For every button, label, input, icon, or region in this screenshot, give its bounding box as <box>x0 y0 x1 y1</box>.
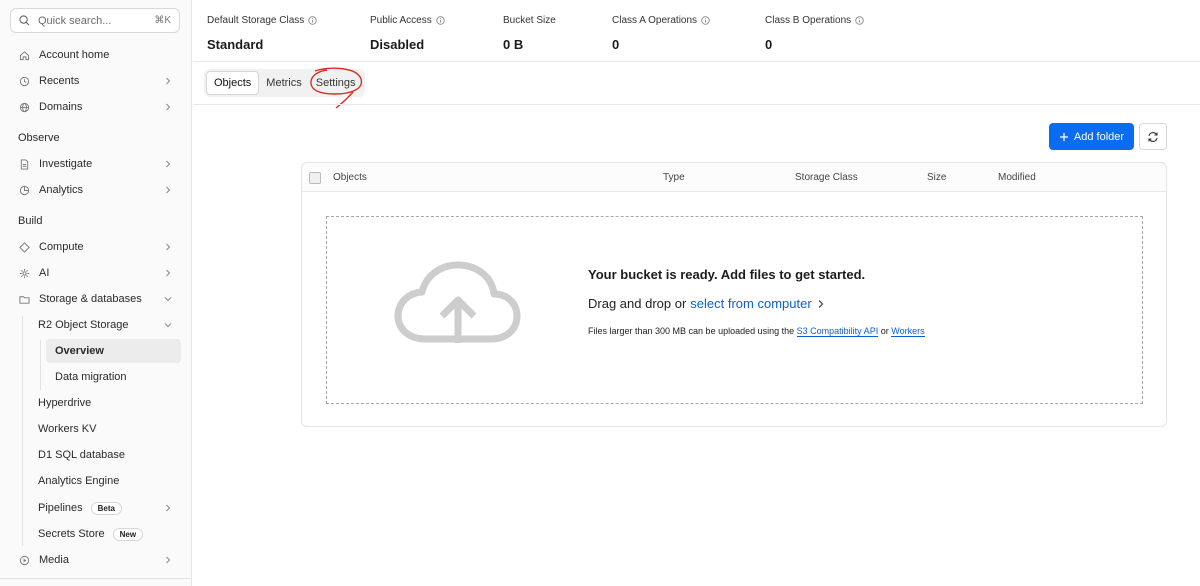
sidebar-item-overview[interactable]: Overview <box>46 339 181 363</box>
upload-dropzone[interactable]: Your bucket is ready. Add files to get s… <box>326 216 1143 404</box>
refresh-button[interactable] <box>1139 123 1167 150</box>
tree-guide-line <box>40 340 41 390</box>
beta-badge: Beta <box>90 501 122 515</box>
stat-class-b-operations: Class B Operations 0 <box>765 15 864 52</box>
select-all-checkbox[interactable] <box>309 172 321 184</box>
clock-icon <box>18 75 30 87</box>
workers-link[interactable]: Workers <box>891 326 925 337</box>
table-header: Objects Type Storage Class Size Modified <box>302 163 1166 192</box>
search-icon <box>19 15 30 26</box>
folder-icon <box>18 293 30 305</box>
header-divider <box>193 61 1200 62</box>
play-icon <box>18 554 30 566</box>
chevron-right-icon <box>818 299 823 308</box>
dropzone-title: Your bucket is ready. Add files to get s… <box>588 267 866 282</box>
stat-bucket-size: Bucket Size 0 B <box>503 15 556 52</box>
sidebar-item-hyperdrive[interactable]: Hyperdrive <box>28 391 180 415</box>
tab-metrics[interactable]: Metrics <box>259 71 308 95</box>
globe-icon <box>18 101 30 113</box>
sidebar-item-analytics[interactable]: Analytics <box>10 178 180 202</box>
chevron-down-icon <box>164 295 172 303</box>
cloud-upload-icon <box>394 261 521 343</box>
chevron-right-icon <box>164 77 172 85</box>
sidebar: ⌘K Account home Recents Domains Observe … <box>0 0 192 586</box>
search-box[interactable]: ⌘K <box>10 8 180 33</box>
refresh-icon <box>1148 131 1158 142</box>
tab-objects[interactable]: Objects <box>206 71 260 95</box>
sidebar-item-compute[interactable]: Compute <box>10 235 180 259</box>
column-size[interactable]: Size <box>927 172 946 183</box>
tabs-divider <box>193 104 1200 105</box>
sidebar-item-analytics-engine[interactable]: Analytics Engine <box>28 469 180 493</box>
diamond-icon <box>18 241 30 253</box>
plus-icon <box>1059 132 1068 141</box>
objects-table: Objects Type Storage Class Size Modified… <box>301 162 1167 427</box>
home-icon <box>18 49 30 61</box>
sidebar-item-d1-sql-database[interactable]: D1 SQL database <box>28 443 180 467</box>
sidebar-item-domains[interactable]: Domains <box>10 95 180 119</box>
info-icon <box>435 16 445 25</box>
sidebar-item-media[interactable]: Media <box>10 548 180 572</box>
sparkle-icon <box>18 267 30 279</box>
column-type[interactable]: Type <box>663 172 685 183</box>
sidebar-item-pipelines[interactable]: Pipelines Beta <box>28 496 180 520</box>
info-icon <box>855 16 864 25</box>
select-from-computer-link[interactable]: select from computer <box>690 296 811 311</box>
new-badge: New <box>112 527 144 541</box>
chevron-right-icon <box>164 269 172 277</box>
dropzone-instructions: Drag and drop or select from computer <box>588 296 825 311</box>
chevron-right-icon <box>164 103 172 111</box>
info-icon <box>701 16 710 25</box>
pie-icon <box>18 184 30 196</box>
search-shortcut: ⌘K <box>154 15 171 26</box>
chevron-right-icon <box>164 243 172 251</box>
sidebar-item-secrets-store[interactable]: Secrets Store New <box>28 522 180 546</box>
search-input[interactable] <box>38 14 138 27</box>
add-folder-button[interactable]: Add folder <box>1049 123 1134 150</box>
sidebar-item-data-migration[interactable]: Data migration <box>46 365 181 389</box>
sidebar-item-investigate[interactable]: Investigate <box>10 152 180 176</box>
dropzone-note: Files larger than 300 MB can be uploaded… <box>588 326 925 337</box>
chevron-right-icon <box>164 556 172 564</box>
column-storage-class[interactable]: Storage Class <box>795 172 858 183</box>
sidebar-item-r2-object-storage[interactable]: R2 Object Storage <box>28 313 180 337</box>
s3-compatibility-api-link[interactable]: S3 Compatibility API <box>796 326 879 337</box>
sidebar-item-account-home[interactable]: Account home <box>10 43 180 67</box>
document-icon <box>18 158 30 170</box>
stat-public-access: Public Access Disabled <box>370 15 445 52</box>
column-modified[interactable]: Modified <box>998 172 1036 183</box>
section-build: Build <box>18 215 43 227</box>
chevron-right-icon <box>164 160 172 168</box>
sidebar-item-ai[interactable]: AI <box>10 261 180 285</box>
chevron-down-icon <box>164 321 172 329</box>
stat-class-a-operations: Class A Operations 0 <box>612 15 710 52</box>
tree-guide-line <box>22 316 23 546</box>
sidebar-item-recents[interactable]: Recents <box>10 69 180 93</box>
sidebar-item-workers-kv[interactable]: Workers KV <box>28 417 180 441</box>
sidebar-divider <box>0 578 191 579</box>
chevron-right-icon <box>164 186 172 194</box>
column-objects[interactable]: Objects <box>333 172 367 183</box>
chevron-right-icon <box>164 504 172 512</box>
info-icon <box>308 16 318 25</box>
stat-default-storage-class: Default Storage Class Standard <box>207 15 318 52</box>
section-observe: Observe <box>18 132 60 144</box>
sidebar-item-storage-databases[interactable]: Storage & databases <box>10 287 180 311</box>
